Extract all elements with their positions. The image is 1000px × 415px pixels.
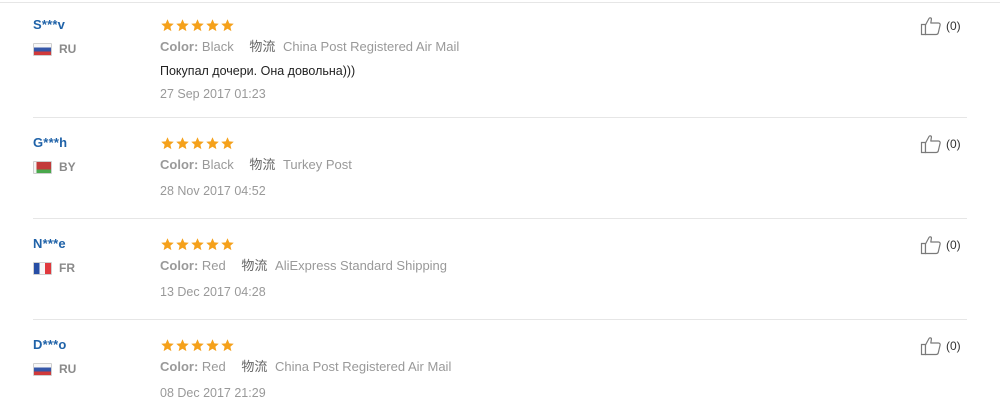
star-icon — [190, 18, 205, 33]
reviewer-info: S***v RU — [33, 16, 76, 57]
helpful-button[interactable]: (0) — [920, 336, 961, 356]
country-code: BY — [59, 160, 76, 174]
logistics-value: Turkey Post — [282, 157, 352, 172]
color-label: Color: — [160, 359, 199, 374]
helpful-button[interactable]: (0) — [920, 16, 961, 36]
review-body: Color: Red 物流 China Post Registered Air … — [160, 337, 451, 401]
thumbs-up-icon[interactable] — [920, 134, 942, 154]
helpful-button[interactable]: (0) — [920, 134, 961, 154]
reviewer-name: D***o — [33, 337, 67, 352]
star-icon — [175, 136, 190, 151]
color-label: Color: — [160, 39, 199, 54]
reviewer-name: N***e — [33, 236, 66, 251]
star-icon — [175, 338, 190, 353]
order-attributes: Color: Red 物流 China Post Registered Air … — [160, 358, 451, 376]
review-body: Color: Black 物流 China Post Registered Ai… — [160, 17, 459, 102]
color-label: Color: — [160, 157, 199, 172]
review-date: 27 Sep 2017 01:23 — [160, 87, 266, 101]
star-rating — [160, 337, 451, 353]
color-value: Black — [201, 39, 234, 54]
star-icon — [190, 338, 205, 353]
logistics-label: 物流 — [241, 359, 268, 374]
star-icon — [160, 136, 175, 151]
reviewer-name: G***h — [33, 135, 68, 150]
reviewer-country: RU — [33, 41, 76, 57]
helpful-count: (0) — [946, 339, 961, 353]
star-icon — [220, 136, 235, 151]
review-item: N***e FR Color: Red 物流 AliExpress Standa… — [0, 219, 1000, 320]
helpful-button[interactable]: (0) — [920, 235, 961, 255]
order-attributes: Color: Black 物流 Turkey Post — [160, 156, 352, 174]
logistics-value: AliExpress Standard Shipping — [275, 258, 448, 273]
star-rating — [160, 236, 447, 252]
feedback-list: S***v RU Color: Black 物流 China Post Regi… — [0, 0, 1000, 415]
star-icon — [220, 237, 235, 252]
star-icon — [160, 18, 175, 33]
review-item: S***v RU Color: Black 物流 China Post Regi… — [0, 0, 1000, 118]
review-date: 08 Dec 2017 21:29 — [160, 386, 266, 400]
helpful-count: (0) — [946, 137, 961, 151]
star-icon — [205, 136, 220, 151]
review-item: G***h BY Color: Black 物流 Turkey Post 28 … — [0, 118, 1000, 219]
color-value: Red — [201, 258, 226, 273]
color-label: Color: — [160, 258, 199, 273]
country-code: RU — [59, 362, 77, 376]
flag-by-icon — [33, 160, 52, 174]
review-date: 13 Dec 2017 04:28 — [160, 285, 266, 299]
logistics-value: China Post Registered Air Mail — [275, 359, 452, 374]
order-attributes: Color: Black 物流 China Post Registered Ai… — [160, 38, 459, 56]
star-icon — [175, 18, 190, 33]
reviewer-info: N***e FR — [33, 235, 75, 276]
review-body: Color: Red 物流 AliExpress Standard Shippi… — [160, 236, 447, 300]
helpful-count: (0) — [946, 19, 961, 33]
reviewer-country: RU — [33, 361, 76, 377]
star-icon — [205, 338, 220, 353]
logistics-value: China Post Registered Air Mail — [282, 39, 460, 54]
star-rating — [160, 17, 459, 33]
thumbs-up-icon[interactable] — [920, 16, 942, 36]
thumbs-up-icon[interactable] — [920, 336, 942, 356]
logistics-label: 物流 — [241, 258, 268, 273]
flag-fr-icon — [33, 261, 52, 275]
star-icon — [205, 18, 220, 33]
country-code: RU — [59, 42, 77, 56]
country-code: FR — [59, 261, 75, 275]
reviewer-info: D***o RU — [33, 336, 76, 377]
reviewer-name: S***v — [33, 17, 66, 32]
review-body: Color: Black 物流 Turkey Post 28 Nov 2017 … — [160, 135, 352, 199]
review-item: D***o RU Color: Red 物流 China Post Regist… — [0, 320, 1000, 415]
flag-ru-icon — [33, 362, 52, 376]
reviewer-info: G***h BY — [33, 134, 76, 175]
star-icon — [220, 338, 235, 353]
review-comment: Покупал дочери. Она довольна))) — [160, 64, 356, 78]
star-rating — [160, 135, 352, 151]
logistics-label: 物流 — [249, 39, 276, 54]
star-icon — [160, 338, 175, 353]
star-icon — [205, 237, 220, 252]
flag-ru-icon — [33, 42, 52, 56]
star-icon — [220, 18, 235, 33]
order-attributes: Color: Red 物流 AliExpress Standard Shippi… — [160, 257, 447, 275]
star-icon — [190, 136, 205, 151]
logistics-label: 物流 — [249, 157, 276, 172]
thumbs-up-icon[interactable] — [920, 235, 942, 255]
star-icon — [190, 237, 205, 252]
reviewer-country: FR — [33, 260, 75, 276]
reviewer-country: BY — [33, 159, 76, 175]
helpful-count: (0) — [946, 238, 961, 252]
review-date: 28 Nov 2017 04:52 — [160, 184, 266, 198]
star-icon — [175, 237, 190, 252]
color-value: Red — [201, 359, 226, 374]
star-icon — [160, 237, 175, 252]
color-value: Black — [201, 157, 234, 172]
